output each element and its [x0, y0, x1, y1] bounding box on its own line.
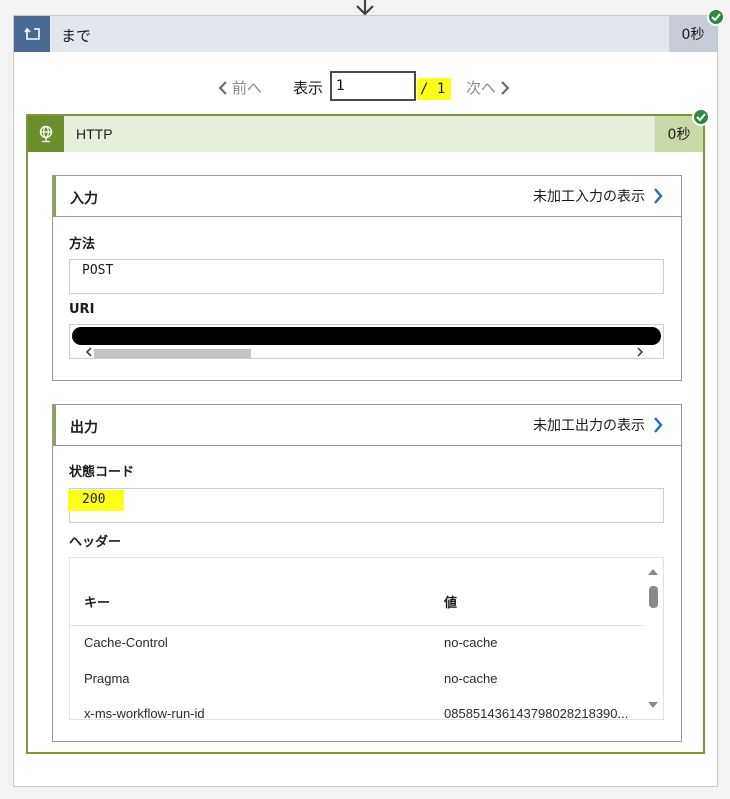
prev-page-button[interactable]: 前へ	[218, 77, 262, 98]
column-header-value: 値	[444, 596, 458, 611]
method-label: 方法	[69, 237, 96, 252]
http-header[interactable]: HTTP 0秒	[28, 116, 703, 152]
http-title: HTTP	[76, 126, 113, 142]
http-action-card: HTTP 0秒 入力 未加工入力の表示 方法 POST URI 出力 未加工出力…	[26, 114, 705, 754]
show-raw-inputs-link[interactable]: 未加工入力の表示	[533, 186, 663, 206]
prev-page-label: 前へ	[232, 79, 263, 97]
headers-vertical-scrollbar[interactable]	[643, 558, 663, 719]
header-key: Cache-Control	[84, 635, 168, 650]
http-success-check-icon	[692, 108, 710, 126]
status-code-value: 200	[82, 492, 106, 507]
until-title: まで	[61, 27, 92, 45]
scroll-left-icon[interactable]	[85, 347, 93, 357]
until-success-check-icon	[707, 8, 725, 26]
method-value-box: POST	[69, 259, 664, 294]
header-key: x-ms-workflow-run-id	[84, 706, 205, 720]
uri-redaction	[72, 327, 661, 345]
until-header[interactable]: まで 0秒	[14, 16, 717, 52]
scroll-down-icon[interactable]	[647, 701, 659, 709]
http-globe-icon	[28, 116, 64, 152]
status-code-label: 状態コード	[69, 465, 135, 480]
until-loop-icon	[14, 16, 50, 52]
header-key: Pragma	[84, 671, 130, 686]
next-page-label: 次へ	[466, 79, 497, 97]
uri-horizontal-scrollbar[interactable]	[71, 346, 662, 358]
headers-label: ヘッダー	[69, 535, 122, 550]
outputs-section: 出力 未加工出力の表示 状態コード 200 ヘッダー キー 値 Cache-Co…	[52, 404, 682, 742]
show-raw-inputs-label: 未加工入力の表示	[533, 189, 645, 205]
inputs-section-header: 入力 未加工入力の表示	[53, 176, 681, 217]
header-value: 085851436143798028218390...	[444, 706, 629, 720]
table-header-divider	[70, 625, 643, 626]
inputs-section: 入力 未加工入力の表示 方法 POST URI	[52, 175, 682, 381]
down-arrow-icon	[356, 0, 374, 16]
scrollbar-thumb[interactable]	[94, 349, 251, 358]
header-value: no-cache	[444, 635, 498, 650]
headers-table: キー 値 Cache-Control no-cache Pragma no-ca…	[69, 557, 664, 720]
status-code-value-box: 200	[68, 488, 664, 523]
scroll-right-icon[interactable]	[636, 347, 644, 357]
method-value: POST	[82, 263, 114, 278]
page-number-input[interactable]	[330, 71, 416, 101]
header-value: no-cache	[444, 671, 498, 686]
chevron-right-icon	[654, 188, 663, 204]
outputs-title: 出力	[70, 420, 98, 436]
inputs-title: 入力	[70, 191, 98, 207]
page-total: / 1	[417, 78, 451, 100]
show-label: 表示	[293, 79, 324, 97]
scroll-up-icon[interactable]	[647, 568, 659, 576]
show-raw-outputs-link[interactable]: 未加工出力の表示	[533, 415, 663, 435]
scrollbar-thumb[interactable]	[649, 586, 658, 608]
column-header-key: キー	[84, 596, 111, 611]
uri-value-box	[69, 324, 664, 359]
next-page-button[interactable]: 次へ	[466, 77, 510, 98]
chevron-right-icon	[501, 80, 510, 95]
chevron-right-icon	[654, 417, 663, 433]
uri-label: URI	[69, 302, 95, 317]
show-raw-outputs-label: 未加工出力の表示	[533, 418, 645, 434]
chevron-left-icon	[218, 80, 227, 95]
outputs-section-header: 出力 未加工出力の表示	[53, 405, 681, 446]
